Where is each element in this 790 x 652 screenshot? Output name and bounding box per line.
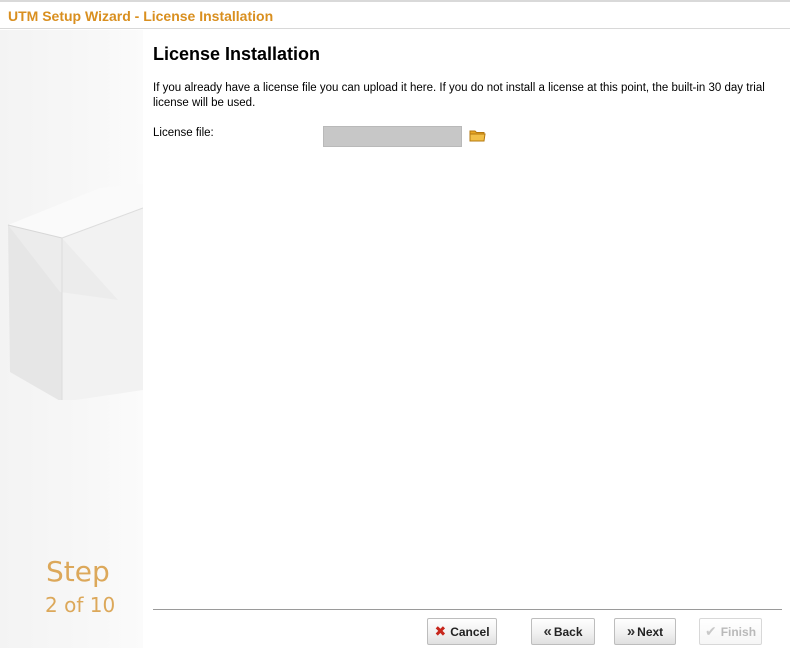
- cancel-button-label: Cancel: [450, 624, 490, 639]
- footer-divider: [153, 609, 782, 610]
- page-title: License Installation: [153, 44, 321, 64]
- license-file-label: License file:: [153, 127, 214, 139]
- wizard-content: License Installation If you already have…: [153, 30, 783, 610]
- window-title: UTM Setup Wizard - License Installation: [8, 8, 274, 24]
- back-button[interactable]: « Back: [531, 618, 595, 645]
- intro-text: If you already have a license file you c…: [153, 82, 765, 109]
- license-file-input[interactable]: [323, 126, 462, 147]
- next-button-label: Next: [637, 624, 664, 639]
- setup-wizard-window: UTM Setup Wizard - License Installation …: [0, 0, 790, 652]
- wizard-sidebar: Step 2 of 10: [0, 30, 143, 648]
- step-label: Step: [46, 555, 110, 588]
- cancel-x-icon: ✖: [434, 623, 447, 639]
- box-illustration: [7, 184, 143, 400]
- back-button-label: Back: [553, 624, 583, 639]
- checkmark-icon: ✔: [704, 623, 717, 639]
- next-button[interactable]: » Next: [614, 618, 676, 645]
- finish-button-label: Finish: [720, 624, 757, 639]
- cancel-button[interactable]: ✖ Cancel: [427, 618, 497, 645]
- folder-icon[interactable]: [469, 128, 486, 143]
- double-chevron-left-icon: «: [543, 623, 551, 640]
- finish-button[interactable]: ✔ Finish: [699, 618, 762, 645]
- double-chevron-right-icon: »: [626, 623, 635, 640]
- step-counter: 2 of 10: [45, 593, 116, 617]
- title-bar: UTM Setup Wizard - License Installation: [0, 2, 790, 29]
